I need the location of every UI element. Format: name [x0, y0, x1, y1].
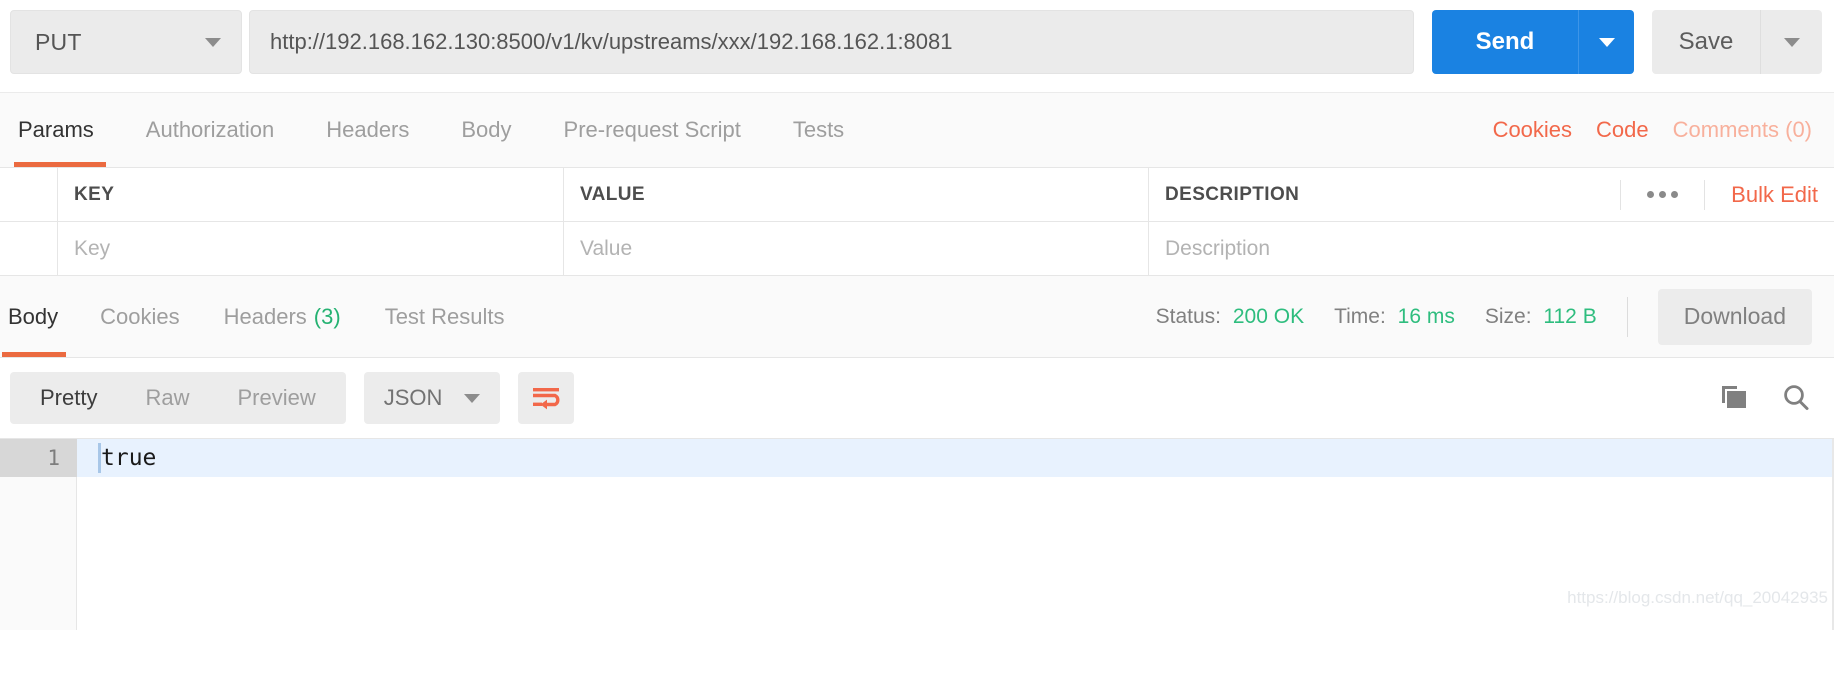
tab-params[interactable]: Params — [0, 93, 120, 167]
comments-link[interactable]: Comments (0) — [1673, 117, 1812, 143]
copy-icon — [1722, 386, 1746, 408]
params-table: KEY VALUE DESCRIPTION Bulk Edit Key Valu… — [0, 167, 1834, 276]
ellipsis-icon[interactable] — [1620, 179, 1706, 210]
active-line-highlight — [77, 439, 1834, 477]
row-key-input[interactable]: Key — [58, 222, 564, 275]
time-indicator: Time: 16 ms — [1334, 305, 1455, 329]
view-mode-raw[interactable]: Raw — [121, 372, 213, 424]
cookies-link[interactable]: Cookies — [1493, 117, 1572, 143]
search-icon — [1784, 385, 1809, 410]
word-wrap-toggle[interactable] — [518, 372, 575, 424]
tab-authorization[interactable]: Authorization — [120, 93, 300, 167]
tab-label: Authorization — [145, 117, 275, 142]
watermark: https://blog.csdn.net/qq_20042935 — [1567, 588, 1828, 607]
divider — [1626, 296, 1628, 337]
request-url-value: http://192.168.162.130:8500/v1/kv/upstre… — [270, 29, 953, 54]
response-tab-list: Body Cookies Headers (3) Test Results — [0, 276, 527, 357]
send-button-group: Send — [1432, 10, 1634, 74]
response-tabbar: Body Cookies Headers (3) Test Results St… — [0, 276, 1834, 358]
tab-label: Body — [461, 117, 512, 142]
chevron-down-icon — [1783, 37, 1800, 47]
tab-label: Headers — [223, 303, 307, 329]
tab-pre-request-script[interactable]: Pre-request Script — [538, 93, 767, 167]
size-label: Size: — [1484, 304, 1532, 328]
size-value: 112 B — [1543, 304, 1597, 328]
headers-count-badge: (3) — [313, 303, 341, 329]
search-button[interactable] — [1780, 382, 1812, 414]
http-method-select[interactable]: PUT — [10, 10, 242, 74]
response-body-actions — [1718, 382, 1812, 414]
response-tab-cookies[interactable]: Cookies — [78, 276, 201, 357]
send-options-button[interactable] — [1578, 10, 1634, 74]
tab-label: Tests — [792, 117, 845, 142]
tab-tests[interactable]: Tests — [767, 93, 870, 167]
header-key-cell: KEY — [58, 168, 564, 221]
column-header-key: KEY — [74, 183, 115, 205]
request-url-bar: PUT http://192.168.162.130:8500/v1/kv/up… — [0, 0, 1834, 92]
code-link[interactable]: Code — [1596, 117, 1649, 143]
response-tab-headers[interactable]: Headers (3) — [202, 276, 363, 357]
value-placeholder: Value — [580, 236, 633, 260]
response-meta: Status: 200 OK Time: 16 ms Size: 112 B D… — [1156, 288, 1812, 345]
tab-label: Params — [18, 117, 94, 142]
row-value-input[interactable]: Value — [564, 222, 1149, 275]
download-button[interactable]: Download — [1657, 288, 1812, 345]
save-button-group: Save — [1652, 10, 1822, 74]
request-tabbar: Params Authorization Headers Body Pre-re… — [0, 92, 1834, 167]
column-header-description: DESCRIPTION — [1165, 183, 1300, 205]
row-description-input[interactable]: Description — [1149, 222, 1834, 275]
request-url-input[interactable]: http://192.168.162.130:8500/v1/kv/upstre… — [249, 10, 1414, 74]
tab-headers[interactable]: Headers — [300, 93, 435, 167]
response-body-editor[interactable]: 1 true https://blog.csdn.net/qq_20042935 — [0, 438, 1834, 630]
response-tab-body[interactable]: Body — [0, 276, 78, 357]
tab-label: Pre-request Script — [563, 117, 741, 142]
status-label: Status: — [1155, 304, 1222, 328]
bulk-edit-button[interactable]: Bulk Edit — [1705, 182, 1818, 208]
view-mode-pretty[interactable]: Pretty — [16, 372, 121, 424]
params-table-tools: Bulk Edit — [1620, 179, 1818, 210]
column-header-value: VALUE — [580, 183, 645, 205]
response-body-line: true — [101, 445, 157, 471]
size-indicator: Size: 112 B — [1485, 305, 1597, 329]
status-indicator: Status: 200 OK — [1156, 305, 1304, 329]
chevron-down-icon — [1598, 37, 1615, 47]
view-mode-controls: Pretty Raw Preview JSON — [10, 372, 575, 424]
save-options-button[interactable] — [1760, 10, 1822, 74]
copy-button[interactable] — [1718, 383, 1750, 413]
view-mode-segmented-control: Pretty Raw Preview — [10, 372, 346, 424]
table-row: Key Value Description — [0, 222, 1834, 276]
send-button-label: Send — [1475, 28, 1535, 55]
word-wrap-icon — [533, 388, 560, 410]
header-checkbox-cell — [0, 168, 58, 221]
request-tab-list: Params Authorization Headers Body Pre-re… — [0, 93, 870, 167]
tab-label: Cookies — [100, 303, 180, 329]
save-button-label: Save — [1678, 28, 1734, 55]
line-number: 1 — [47, 446, 60, 470]
tab-label: Test Results — [384, 303, 505, 329]
tab-label: Body — [8, 303, 59, 329]
request-tabbar-actions: Cookies Code Comments (0) — [1493, 117, 1812, 143]
tab-body[interactable]: Body — [435, 93, 537, 167]
save-button[interactable]: Save — [1652, 10, 1760, 74]
response-view-toolbar: Pretty Raw Preview JSON — [0, 358, 1834, 438]
response-format-label: JSON — [383, 385, 443, 410]
description-placeholder: Description — [1165, 236, 1271, 260]
key-placeholder: Key — [74, 236, 111, 260]
header-description-cell: DESCRIPTION Bulk Edit — [1149, 168, 1834, 221]
time-label: Time: — [1334, 304, 1386, 328]
table-header-row: KEY VALUE DESCRIPTION Bulk Edit — [0, 168, 1834, 222]
row-checkbox-cell[interactable] — [0, 222, 58, 275]
chevron-down-icon — [464, 393, 481, 403]
time-value: 16 ms — [1397, 304, 1455, 328]
http-method-label: PUT — [35, 28, 82, 55]
send-button[interactable]: Send — [1432, 10, 1578, 74]
chevron-down-icon — [205, 37, 221, 47]
response-format-select[interactable]: JSON — [363, 372, 501, 424]
response-tab-test-results[interactable]: Test Results — [363, 276, 527, 357]
status-value: 200 OK — [1232, 304, 1305, 328]
view-mode-preview[interactable]: Preview — [213, 372, 339, 424]
tab-label: Headers — [326, 117, 410, 142]
header-value-cell: VALUE — [564, 168, 1149, 221]
